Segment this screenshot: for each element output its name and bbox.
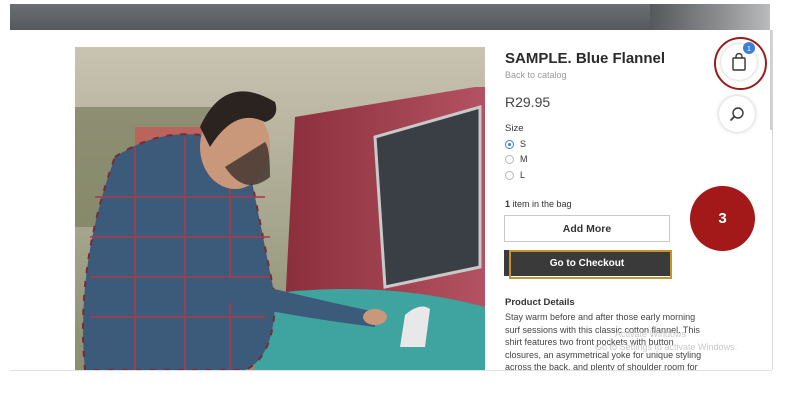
radio-s[interactable] [505,139,514,149]
product-photo [75,47,485,370]
bag-annotation-ring [714,37,767,90]
product-details-title: Product Details [505,297,575,308]
browser-top-strip [10,4,770,30]
bag-badge: 1 [743,42,755,54]
add-more-button[interactable]: Add More [504,215,670,242]
windows-activation-watermark: Activate Windows Go to Settings to activ… [595,328,737,354]
size-option-s[interactable]: S [505,138,526,150]
radio-m[interactable] [505,154,514,164]
radio-l[interactable] [505,170,514,180]
size-option-label: M [520,154,528,164]
top-strip-decoration [650,4,770,30]
size-option-label: S [520,139,527,149]
bag-count-text: item in the bag [510,199,572,209]
product-price: R29.95 [505,94,551,110]
search-button[interactable] [719,96,755,132]
size-option-l[interactable]: L [505,169,525,181]
size-option-m[interactable]: M [505,153,528,165]
product-title: SAMPLE. Blue Flannel [505,50,666,67]
product-photo-illustration [75,47,485,370]
watermark-line-2: Go to Settings to activate Windows. [595,342,738,352]
step-number-badge: 3 [690,186,755,251]
search-icon [729,107,744,122]
size-option-label: L [520,170,526,180]
bottom-divider [10,370,772,371]
size-label: Size [505,123,524,134]
watermark-line-1: Activate Windows [615,329,687,339]
scrollbar[interactable] [770,30,772,130]
back-to-catalog-link[interactable]: Back to catalog [505,70,567,80]
go-to-checkout-button[interactable]: Go to Checkout [504,250,670,276]
bag-item-count: 1 item in the bag [505,199,572,209]
